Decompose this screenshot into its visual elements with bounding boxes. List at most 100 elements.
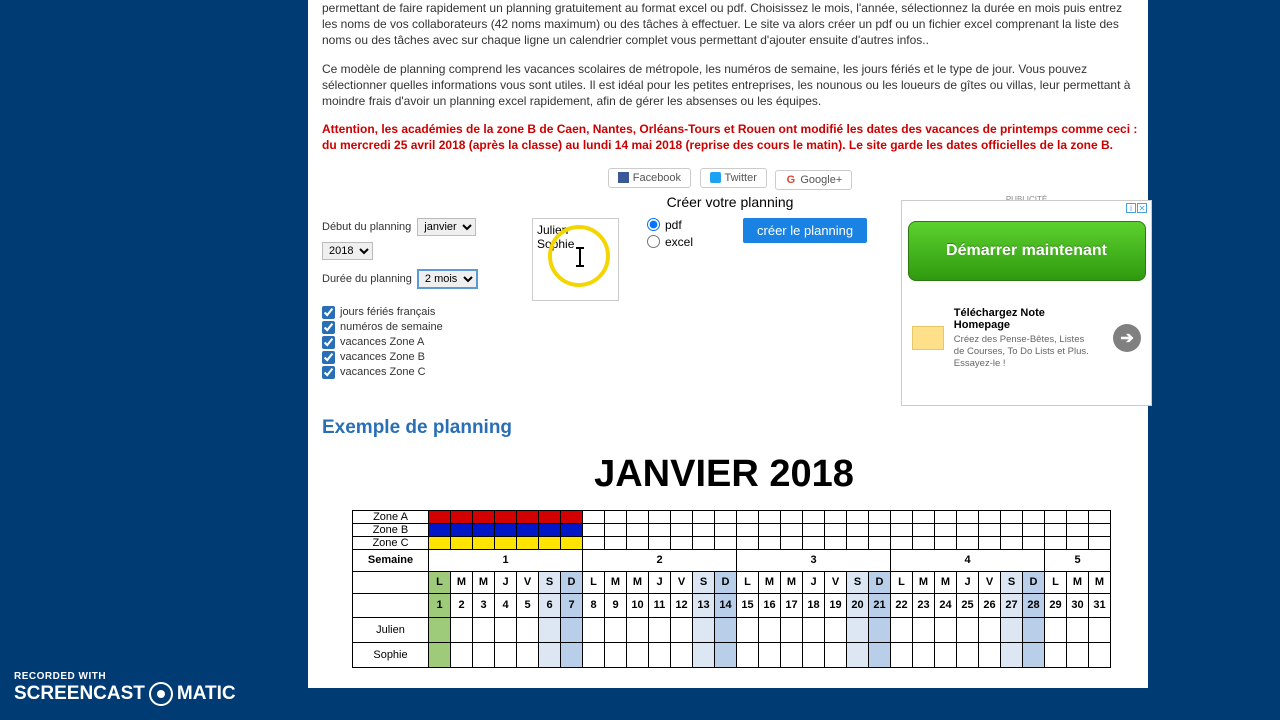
start-year-select[interactable]: 2018 <box>322 242 373 260</box>
ad-arrow-icon[interactable]: ➔ <box>1113 324 1141 352</box>
chk-semaine[interactable]: numéros de semaine <box>322 321 532 334</box>
day-letter: S <box>1001 571 1023 593</box>
calendar-cell[interactable] <box>935 617 957 642</box>
calendar-cell[interactable] <box>913 642 935 667</box>
calendar-cell[interactable] <box>737 642 759 667</box>
calendar-cell[interactable] <box>869 642 891 667</box>
chk-zone-a[interactable]: vacances Zone A <box>322 336 532 349</box>
day-letter: L <box>737 571 759 593</box>
calendar-cell[interactable] <box>649 617 671 642</box>
calendar-cell[interactable] <box>627 642 649 667</box>
calendar-cell[interactable] <box>627 617 649 642</box>
calendar-cell[interactable] <box>451 642 473 667</box>
calendar-cell[interactable] <box>891 617 913 642</box>
calendar-cell[interactable] <box>517 642 539 667</box>
calendar-cell[interactable] <box>1045 617 1067 642</box>
day-letter: D <box>715 571 737 593</box>
calendar-cell[interactable] <box>847 617 869 642</box>
calendar-cell[interactable] <box>649 642 671 667</box>
calendar-cell[interactable] <box>1023 617 1045 642</box>
day-number: 11 <box>649 593 671 617</box>
calendar-cell[interactable] <box>803 642 825 667</box>
calendar-cell[interactable] <box>561 642 583 667</box>
calendar-cell[interactable] <box>1089 642 1111 667</box>
calendar-cell[interactable] <box>781 617 803 642</box>
calendar-cell[interactable] <box>759 642 781 667</box>
format-pdf[interactable]: pdf <box>647 218 693 232</box>
day-number: 5 <box>517 593 539 617</box>
calendar-cell[interactable] <box>583 642 605 667</box>
ad-cta-button[interactable]: Démarrer maintenant <box>908 221 1146 281</box>
ad-box[interactable]: i✕ Démarrer maintenant Téléchargez Note … <box>901 200 1152 406</box>
day-letter: J <box>803 571 825 593</box>
create-planning-button[interactable]: créer le planning <box>743 218 867 243</box>
watermark-o-icon <box>149 682 173 706</box>
calendar-cell[interactable] <box>715 642 737 667</box>
share-twitter-label: Twitter <box>725 172 757 184</box>
day-letter: S <box>539 571 561 593</box>
calendar-cell[interactable] <box>781 642 803 667</box>
share-twitter-button[interactable]: Twitter <box>700 168 767 188</box>
calendar-cell[interactable] <box>759 617 781 642</box>
calendar-cell[interactable] <box>1045 642 1067 667</box>
calendar-cell[interactable] <box>1067 617 1089 642</box>
calendar-cell[interactable] <box>935 642 957 667</box>
share-google-button[interactable]: G Google+ <box>775 170 852 190</box>
start-month-select[interactable]: janvier <box>417 218 476 236</box>
calendar-cell[interactable] <box>583 617 605 642</box>
calendar-cell[interactable] <box>1001 642 1023 667</box>
calendar-cell[interactable] <box>693 642 715 667</box>
month-title: JANVIER 2018 <box>322 453 1126 496</box>
calendar-cell[interactable] <box>803 617 825 642</box>
calendar-cell[interactable] <box>429 642 451 667</box>
calendar-cell[interactable] <box>957 642 979 667</box>
day-number: 4 <box>495 593 517 617</box>
calendar-cell[interactable] <box>473 617 495 642</box>
zone-label: Zone B <box>353 523 429 536</box>
calendar-cell[interactable] <box>847 642 869 667</box>
chk-feries[interactable]: jours fériés français <box>322 306 532 319</box>
calendar-cell[interactable] <box>957 617 979 642</box>
names-input[interactable] <box>532 218 619 301</box>
calendar-cell[interactable] <box>891 642 913 667</box>
calendar-cell[interactable] <box>605 617 627 642</box>
day-letter: J <box>649 571 671 593</box>
chk-zone-c[interactable]: vacances Zone C <box>322 366 532 379</box>
calendar-cell[interactable] <box>605 642 627 667</box>
calendar-cell[interactable] <box>737 617 759 642</box>
calendar-cell[interactable] <box>517 617 539 642</box>
calendar-cell[interactable] <box>1023 642 1045 667</box>
calendar-cell[interactable] <box>539 617 561 642</box>
calendar-cell[interactable] <box>495 617 517 642</box>
calendar-cell[interactable] <box>869 617 891 642</box>
calendar-cell[interactable] <box>473 642 495 667</box>
calendar-cell[interactable] <box>913 617 935 642</box>
format-excel[interactable]: excel <box>647 235 693 249</box>
calendar-cell[interactable] <box>495 642 517 667</box>
ad-title: Téléchargez Note Homepage <box>954 307 1103 331</box>
week-number: 4 <box>891 549 1045 571</box>
calendar-cell[interactable] <box>671 642 693 667</box>
calendar-cell[interactable] <box>693 617 715 642</box>
calendar-cell[interactable] <box>429 617 451 642</box>
share-facebook-button[interactable]: Facebook <box>608 168 691 188</box>
calendar-cell[interactable] <box>1001 617 1023 642</box>
day-letter: M <box>1067 571 1089 593</box>
calendar-cell[interactable] <box>979 617 1001 642</box>
ad-close[interactable]: i✕ <box>1126 203 1147 213</box>
calendar-cell[interactable] <box>539 642 561 667</box>
calendar-cell[interactable] <box>825 642 847 667</box>
calendar-cell[interactable] <box>561 617 583 642</box>
duration-select[interactable]: 2 mois <box>418 270 477 288</box>
facebook-icon <box>618 172 629 183</box>
day-letter: D <box>1023 571 1045 593</box>
calendar-cell[interactable] <box>671 617 693 642</box>
chk-zone-b[interactable]: vacances Zone B <box>322 351 532 364</box>
calendar-cell[interactable] <box>825 617 847 642</box>
week-number: 1 <box>429 549 583 571</box>
calendar-cell[interactable] <box>1067 642 1089 667</box>
calendar-cell[interactable] <box>451 617 473 642</box>
calendar-cell[interactable] <box>715 617 737 642</box>
calendar-cell[interactable] <box>1089 617 1111 642</box>
calendar-cell[interactable] <box>979 642 1001 667</box>
